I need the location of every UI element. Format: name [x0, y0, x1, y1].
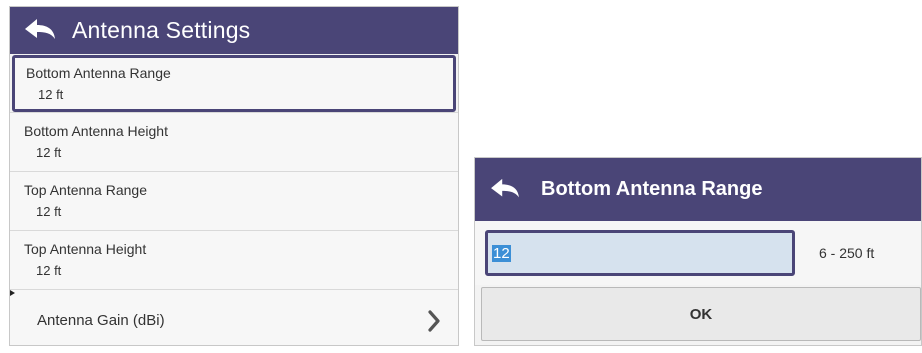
item-label: Antenna Gain (dBi) — [37, 312, 165, 329]
back-arrow-icon[interactable] — [487, 172, 523, 208]
input-value: 12 — [492, 244, 511, 262]
setting-item-top-antenna-range[interactable]: Top Antenna Range 12 ft — [10, 171, 458, 230]
setting-item-top-antenna-height[interactable]: Top Antenna Height 12 ft — [10, 230, 458, 289]
ok-button[interactable]: OK — [481, 287, 921, 341]
dialog-title: Bottom Antenna Range — [541, 178, 763, 200]
setting-item-bottom-antenna-range[interactable]: Bottom Antenna Range 12 ft — [12, 55, 456, 112]
settings-header: Antenna Settings — [10, 7, 458, 54]
setting-item-bottom-antenna-height[interactable]: Bottom Antenna Height 12 ft — [10, 112, 458, 171]
item-marker — [10, 290, 15, 296]
setting-item-antenna-gain[interactable]: Antenna Gain (dBi) — [10, 289, 458, 345]
range-input[interactable]: 12 — [485, 230, 795, 276]
dialog-header: Bottom Antenna Range — [475, 158, 921, 221]
range-hint: 6 - 250 ft — [819, 245, 875, 261]
bottom-antenna-range-dialog: Bottom Antenna Range 12 6 - 250 ft OK — [474, 157, 922, 346]
item-label: Top Antenna Height — [24, 241, 147, 257]
input-row: 12 6 - 250 ft — [475, 221, 921, 285]
item-value: 12 ft — [38, 87, 64, 102]
item-label: Top Antenna Range — [24, 182, 147, 198]
item-label: Bottom Antenna Height — [24, 123, 168, 139]
back-arrow-icon[interactable] — [20, 11, 60, 51]
chevron-right-icon — [424, 308, 444, 334]
item-value: 12 ft — [36, 145, 62, 160]
item-label: Bottom Antenna Range — [26, 65, 171, 81]
antenna-settings-panel: Antenna Settings Bottom Antenna Range 12… — [9, 6, 459, 346]
item-value: 12 ft — [36, 204, 62, 219]
item-value: 12 ft — [36, 263, 62, 278]
settings-title: Antenna Settings — [72, 17, 251, 43]
